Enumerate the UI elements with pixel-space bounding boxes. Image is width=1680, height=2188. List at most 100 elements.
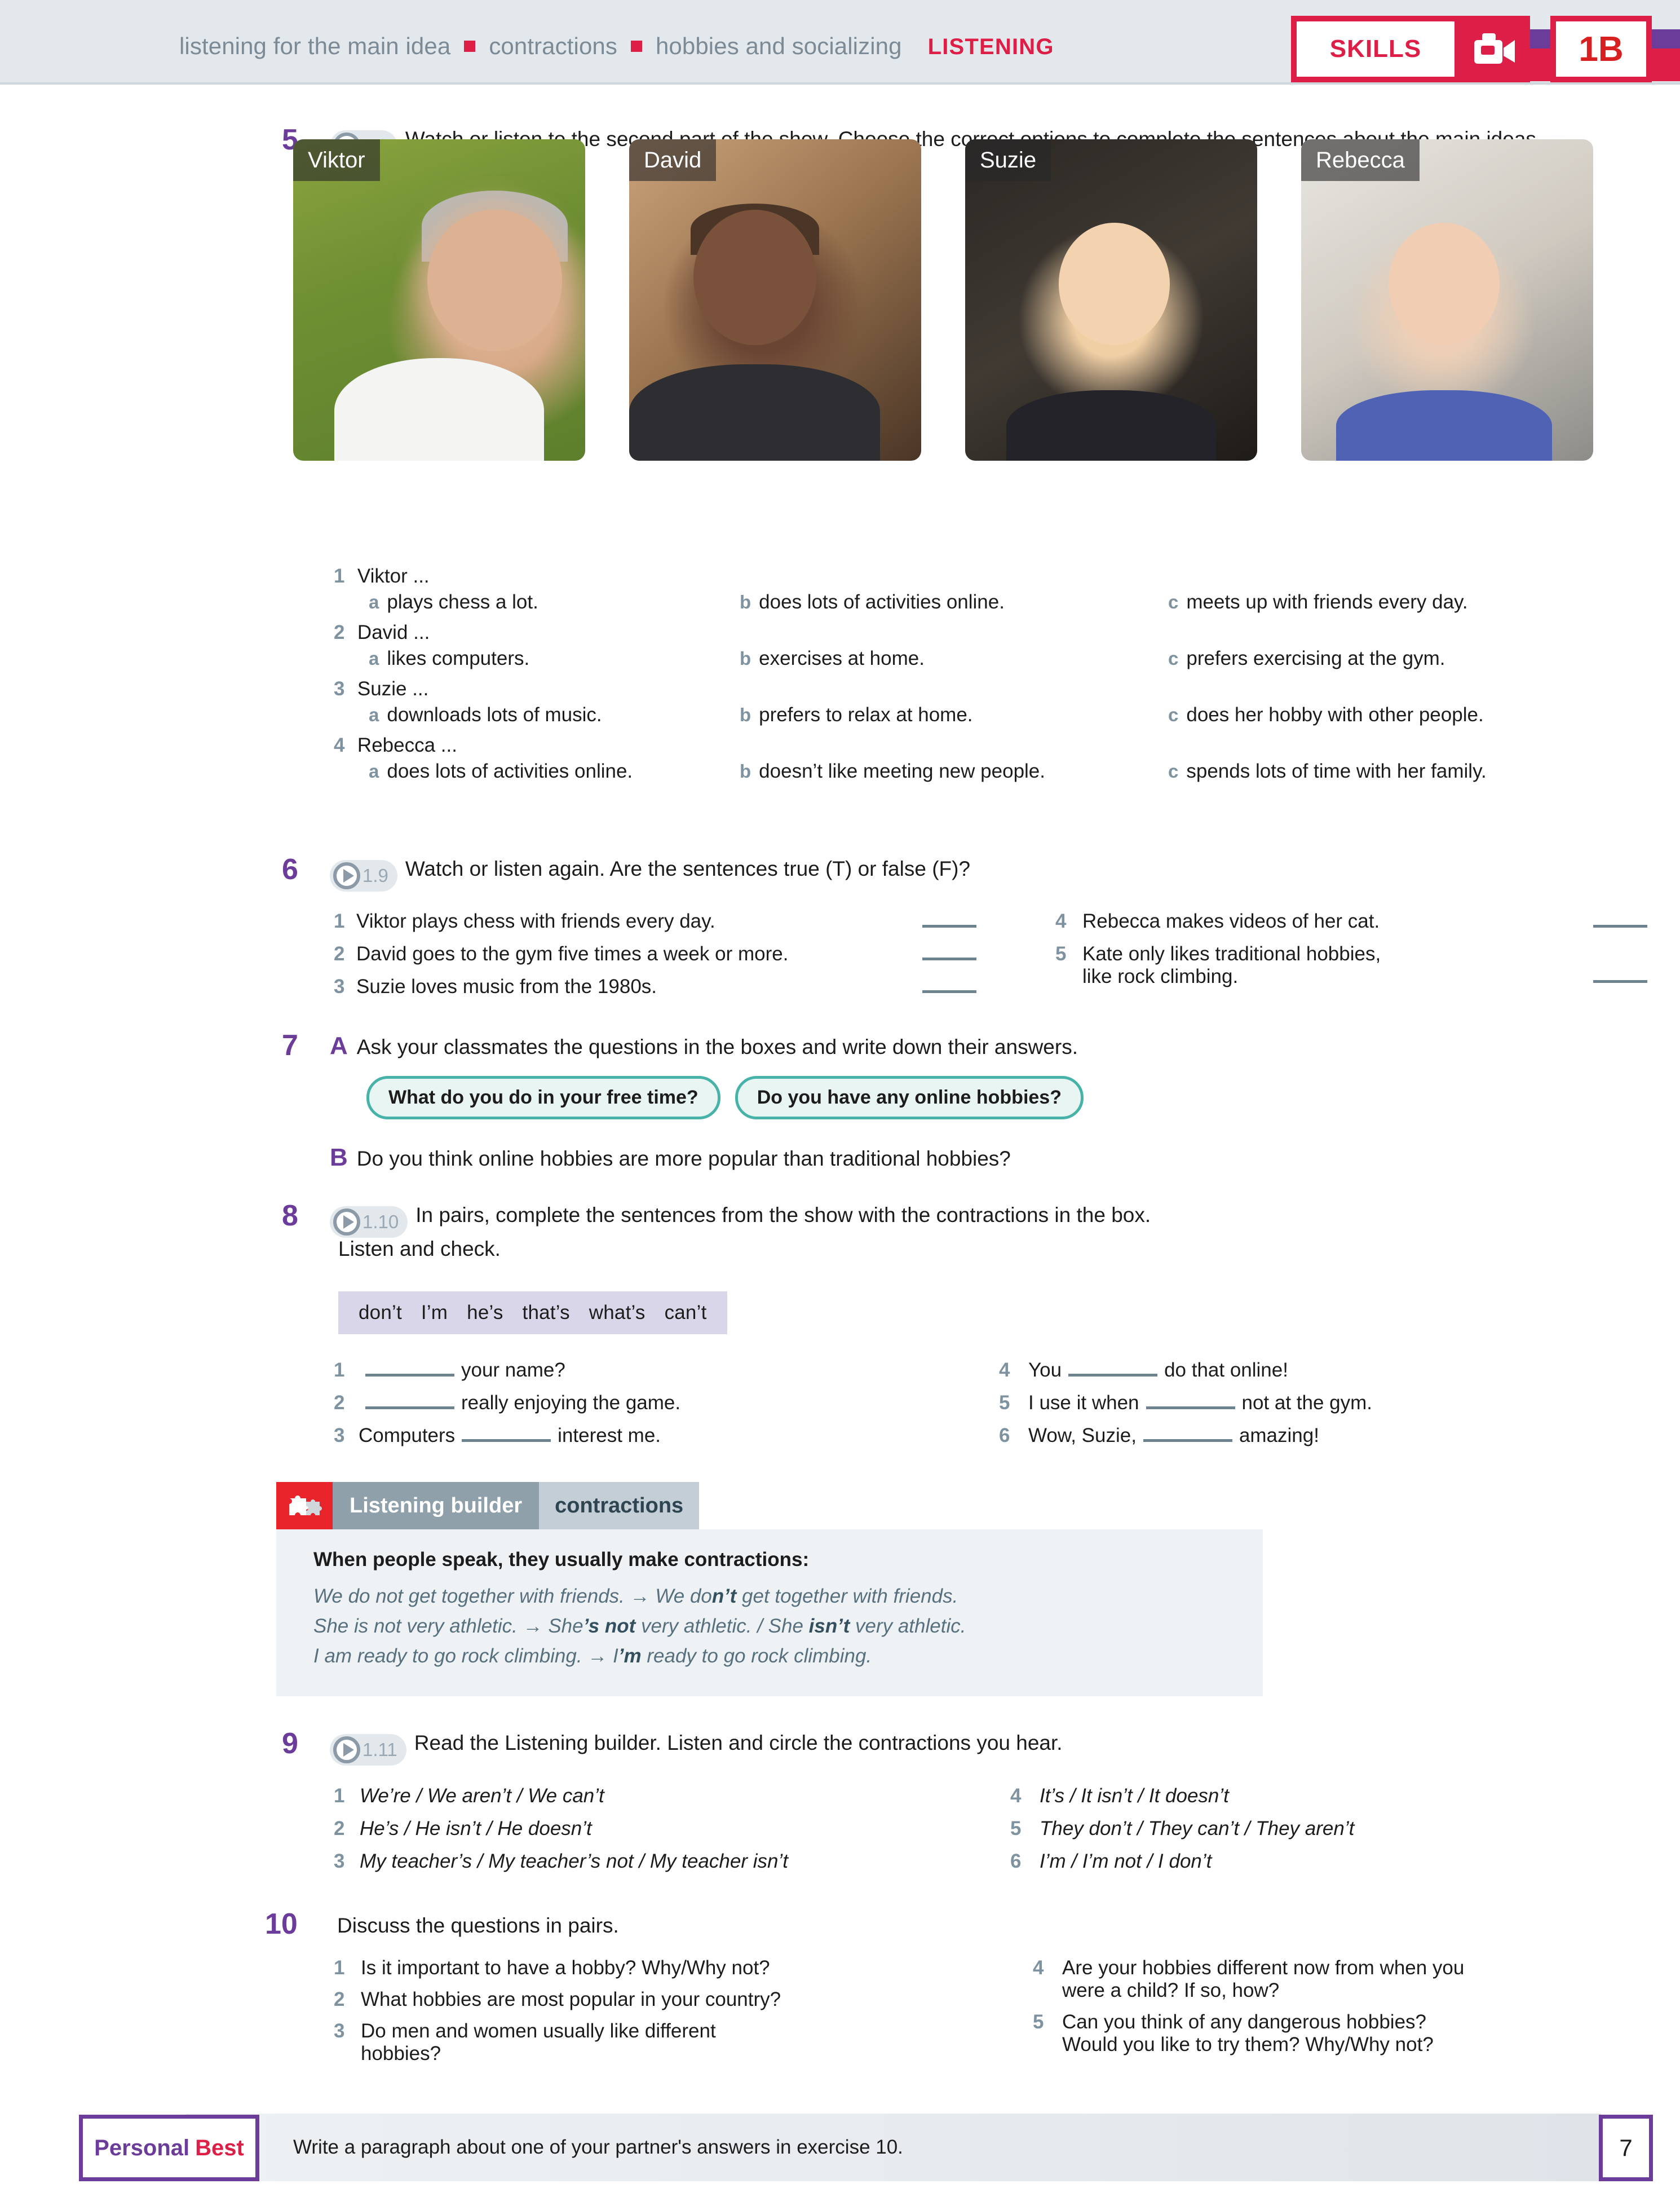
example-contraction: ’s not bbox=[583, 1615, 636, 1638]
example-after-post: get together with friends. bbox=[736, 1585, 958, 1607]
option-row: a does lots of activities online. b doesn’… bbox=[334, 760, 1647, 783]
option-text[interactable]: prefers to relax at home. bbox=[759, 704, 972, 726]
item-number: 4 bbox=[1033, 1957, 1044, 1979]
option-text[interactable]: does lots of activities online. bbox=[387, 760, 633, 782]
question-bubble-free-time[interactable]: What do you do in your free time? bbox=[366, 1076, 720, 1119]
word-bank-item[interactable]: he’s bbox=[467, 1302, 503, 1324]
option-text[interactable]: exercises at home. bbox=[759, 647, 925, 669]
item-number: 2 bbox=[334, 1988, 345, 2010]
choice-text[interactable]: It’s / It isn’t / It doesn’t bbox=[1040, 1785, 1229, 1807]
speaker-photo-viktor: Viktor bbox=[293, 139, 585, 461]
item-number: 1 bbox=[334, 1785, 345, 1807]
listening-builder-example-2: She is not very athletic. → She’s not ve… bbox=[313, 1611, 1226, 1641]
item-number: 1 bbox=[334, 910, 345, 932]
question-bubble-online-hobbies[interactable]: Do you have any online hobbies? bbox=[735, 1076, 1084, 1119]
exercise-7-part-b-letter: B bbox=[330, 1144, 348, 1171]
item-number: 5 bbox=[1033, 2011, 1044, 2033]
option-letter: b bbox=[740, 592, 751, 612]
speaker-name-label: Suzie bbox=[965, 139, 1051, 181]
example-before: She is not very athletic. bbox=[313, 1615, 518, 1638]
tf-answer-blank[interactable] bbox=[1593, 980, 1647, 983]
choice-text[interactable]: He’s / He isn’t / He doesn’t bbox=[360, 1818, 592, 1840]
audio-badge-1-9-again[interactable]: 1.9 bbox=[330, 860, 397, 892]
speaker-name-label: Viktor bbox=[293, 139, 380, 181]
page-number-box: 7 bbox=[1599, 2115, 1653, 2181]
gap-blank[interactable] bbox=[365, 1374, 454, 1377]
exercise-6-items: 1 Viktor plays chess with friends every … bbox=[334, 910, 1647, 998]
question-line-2: were a child? If so, how? bbox=[1062, 1979, 1280, 2001]
item-text: Kate only likes traditional hobbies, bbox=[1082, 943, 1381, 965]
question-line-1: What hobbies are most popular in your co… bbox=[361, 1988, 781, 2010]
item-number: 3 bbox=[334, 976, 345, 998]
gap-suffix: really enjoying the game. bbox=[461, 1392, 681, 1414]
option-text[interactable]: plays chess a lot. bbox=[387, 591, 538, 613]
item-number: 3 bbox=[334, 1424, 345, 1446]
option-text[interactable]: downloads lots of music. bbox=[387, 704, 602, 726]
topic-separator-square-2 bbox=[630, 41, 642, 52]
footer-task-text: Write a paragraph about one of your part… bbox=[293, 2136, 903, 2158]
choice-text[interactable]: My teacher’s / My teacher’s not / My tea… bbox=[360, 1850, 788, 1873]
option-text[interactable]: spends lots of time with her family. bbox=[1186, 760, 1486, 782]
item-number: 5 bbox=[1055, 943, 1067, 965]
gap-blank[interactable] bbox=[1143, 1439, 1232, 1442]
option-text[interactable]: prefers exercising at the gym. bbox=[1186, 647, 1445, 669]
discussion-row: 5 Can you think of any dangerous hobbies… bbox=[1033, 2011, 1625, 2056]
speaker-photo-gallery: Viktor David Suzie Rebecca bbox=[293, 139, 1593, 461]
exercise-8-word-bank: don’t I’m he’s that’s what’s can’t bbox=[338, 1291, 727, 1334]
option-text[interactable]: likes computers. bbox=[387, 647, 529, 669]
example-after-post-2: very athletic. bbox=[850, 1615, 966, 1638]
exercise-8-right-column: 4 You do that online! 5 I use it when no… bbox=[999, 1359, 1619, 1447]
arrow-icon: → bbox=[523, 1615, 543, 1638]
audio-badge-1-11[interactable]: 1.11 bbox=[330, 1734, 406, 1766]
option-row: a likes computers. b exercises at home. cp… bbox=[334, 647, 1647, 670]
circle-choice-row: 4 It’s / It isn’t / It doesn’t bbox=[1010, 1785, 1619, 1807]
exercise-8-instruction-line1: In pairs, complete the sentences from th… bbox=[415, 1203, 1151, 1227]
question-row: 1 Viktor ... bbox=[334, 565, 1647, 588]
option-text[interactable]: does lots of activities online. bbox=[759, 591, 1005, 613]
option-letter: b bbox=[740, 761, 751, 782]
example-after-pre: We do bbox=[655, 1585, 712, 1607]
unit-badge: 1B bbox=[1550, 16, 1652, 82]
option-letter: a bbox=[369, 592, 379, 612]
tf-answer-blank[interactable] bbox=[922, 990, 976, 993]
tf-answer-blank[interactable] bbox=[1593, 925, 1647, 928]
audio-track-number: 1.11 bbox=[362, 1739, 397, 1760]
exercise-9-right-column: 4 It’s / It isn’t / It doesn’t 5 They do… bbox=[1010, 1785, 1619, 1873]
gap-prefix: Computers bbox=[359, 1424, 456, 1446]
word-bank-item[interactable]: what’s bbox=[589, 1302, 646, 1324]
word-bank-item[interactable]: don’t bbox=[359, 1302, 402, 1324]
option-text[interactable]: doesn’t like meeting new people. bbox=[759, 760, 1045, 782]
item-number: 2 bbox=[334, 621, 345, 643]
page-header: listening for the main idea contractions… bbox=[0, 0, 1680, 85]
audio-badge-1-10[interactable]: 1.10 bbox=[330, 1206, 408, 1238]
example-contraction: n’t bbox=[711, 1585, 737, 1607]
item-number: 3 bbox=[334, 2020, 345, 2042]
tf-answer-blank[interactable] bbox=[922, 925, 976, 928]
personal-best-word-2: Best bbox=[195, 2135, 244, 2160]
word-bank-item[interactable]: that’s bbox=[523, 1302, 570, 1324]
gap-prefix: Wow, Suzie, bbox=[1028, 1424, 1137, 1446]
exercise-10-number: 10 bbox=[265, 1908, 298, 1940]
example-contraction-2: isn’t bbox=[808, 1615, 850, 1638]
gap-blank[interactable] bbox=[1068, 1374, 1158, 1377]
gap-blank[interactable] bbox=[1146, 1406, 1235, 1409]
choice-text[interactable]: We’re / We aren’t / We can’t bbox=[360, 1785, 604, 1807]
tf-answer-blank[interactable] bbox=[922, 958, 976, 960]
word-bank-item[interactable]: can’t bbox=[665, 1302, 707, 1324]
speaker-photo-suzie: Suzie bbox=[965, 139, 1257, 461]
gap-blank[interactable] bbox=[365, 1406, 454, 1409]
exercise-6-right-column: 4 Rebecca makes videos of her cat. 5 Kat… bbox=[1055, 910, 1647, 998]
item-number: 4 bbox=[1010, 1785, 1022, 1807]
example-after-post: very athletic. / She bbox=[635, 1615, 809, 1638]
option-text[interactable]: meets up with friends every day. bbox=[1186, 591, 1467, 613]
gap-blank[interactable] bbox=[462, 1439, 551, 1442]
item-text-line2: like rock climbing. bbox=[1082, 965, 1239, 987]
discussion-row: 4 Are your hobbies different now from wh… bbox=[1033, 1957, 1625, 2002]
exercise-6-left-column: 1 Viktor plays chess with friends every … bbox=[334, 910, 1055, 998]
gap-suffix: your name? bbox=[461, 1359, 565, 1381]
word-bank-item[interactable]: I’m bbox=[421, 1302, 448, 1324]
gap-suffix: not at the gym. bbox=[1241, 1392, 1373, 1414]
choice-text[interactable]: I’m / I’m not / I don’t bbox=[1040, 1850, 1212, 1873]
choice-text[interactable]: They don’t / They can’t / They aren’t bbox=[1040, 1818, 1354, 1840]
option-text[interactable]: does her hobby with other people. bbox=[1186, 704, 1483, 726]
